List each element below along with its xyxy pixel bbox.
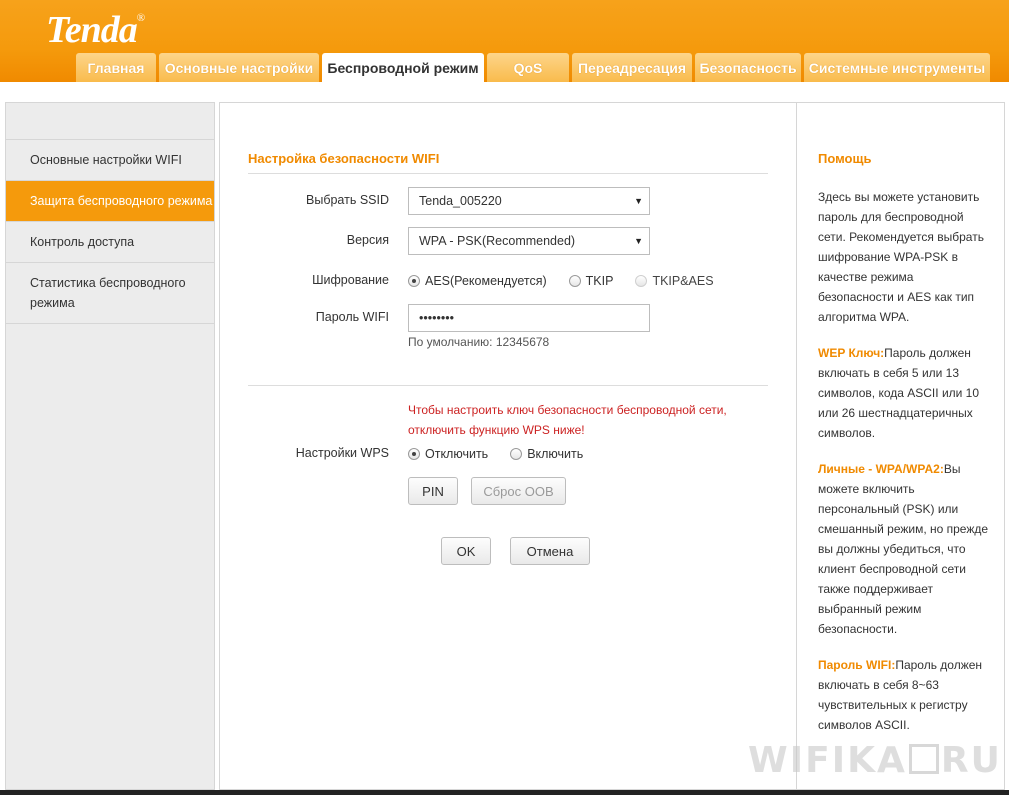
wps-reset-oob-button[interactable]: Сброс OOB bbox=[471, 477, 566, 505]
encryption-tkip-aes-label: TKIP&AES bbox=[652, 274, 714, 288]
radio-icon[interactable] bbox=[568, 275, 581, 287]
tab-wireless[interactable]: Беспроводной режим bbox=[322, 53, 484, 83]
encryption-tkip-aes-option[interactable]: TKIP&AES bbox=[635, 274, 714, 288]
help-title: Помощь bbox=[818, 151, 872, 166]
password-default-hint: По умолчанию: 12345678 bbox=[408, 335, 550, 349]
tab-forwarding[interactable]: Переадресация bbox=[572, 53, 692, 82]
header: Tenda® Главная Основные настройки Беспро… bbox=[0, 0, 1009, 83]
tab-home[interactable]: Главная bbox=[76, 53, 156, 82]
tab-basic-settings[interactable]: Основные настройки bbox=[159, 53, 319, 82]
radio-checked-icon[interactable] bbox=[408, 448, 420, 460]
radio-icon[interactable] bbox=[510, 448, 523, 460]
logo-registered-mark: ® bbox=[136, 12, 145, 24]
qr-code-icon bbox=[908, 744, 939, 774]
dropdown-arrow-icon: ▼ bbox=[634, 236, 643, 246]
encryption-aes-option[interactable]: AES(Рекомендуется) bbox=[408, 274, 547, 288]
wps-enable-label: Включить bbox=[527, 447, 584, 461]
divider bbox=[248, 385, 768, 386]
tab-system-tools[interactable]: Системные инструменты bbox=[804, 53, 990, 82]
ssid-select[interactable]: Tenda_005220 ▼ bbox=[408, 187, 650, 215]
help-personal-text: Вы можете включить персональный (PSK) ил… bbox=[818, 462, 989, 636]
watermark-right: RU bbox=[940, 740, 1002, 781]
sidebar: Основные настройки WIFI Защита беспровод… bbox=[5, 102, 215, 790]
tab-security[interactable]: Безопасность bbox=[695, 53, 801, 82]
encryption-tkip-option[interactable]: TKIP bbox=[568, 274, 614, 288]
sidebar-header bbox=[6, 103, 214, 140]
tenda-logo[interactable]: Tenda® bbox=[46, 8, 145, 52]
encryption-aes-label: AES(Рекомендуется) bbox=[425, 274, 547, 288]
wps-disable-option[interactable]: Отключить bbox=[408, 447, 488, 461]
version-select[interactable]: WPA - PSK(Recommended) ▼ bbox=[408, 227, 650, 255]
divider bbox=[248, 173, 768, 174]
bottom-bar bbox=[0, 790, 1009, 795]
help-panel: Помощь Здесь вы можете установить пароль… bbox=[796, 102, 1005, 790]
sidebar-item-wifi-basic[interactable]: Основные настройки WIFI bbox=[6, 140, 214, 181]
watermark-left: WIFIKA bbox=[748, 740, 907, 781]
watermark: WIFIKA RU bbox=[748, 740, 1002, 781]
wps-disable-label: Отключить bbox=[425, 447, 489, 461]
password-label: Пароль WIFI bbox=[315, 310, 389, 324]
ssid-select-value: Tenda_005220 bbox=[419, 194, 502, 208]
radio-disabled-icon[interactable] bbox=[635, 275, 648, 287]
main-panel: Настройка безопасности WIFI Выбрать SSID… bbox=[219, 102, 797, 790]
page-title: Настройка безопасности WIFI bbox=[248, 151, 440, 166]
help-intro: Здесь вы можете установить пароль для бе… bbox=[818, 190, 984, 324]
logo-text: Tenda bbox=[46, 9, 138, 51]
wps-label: Настройки WPS bbox=[295, 446, 389, 460]
sidebar-item-wireless-statistics[interactable]: Статистика беспроводного режима bbox=[6, 263, 214, 324]
help-body: Здесь вы можете установить пароль для бе… bbox=[818, 187, 990, 751]
ssid-label: Выбрать SSID bbox=[306, 193, 389, 207]
wps-warning-text: Чтобы настроить ключ безопасности беспро… bbox=[408, 403, 727, 437]
help-personal: Личные - WPA/WPA2:Вы можете включить пер… bbox=[818, 459, 990, 639]
encryption-radio-group: AES(Рекомендуется) TKIP TKIP&AES bbox=[408, 274, 736, 288]
help-wep-text: Пароль должен включать в себя 5 или 13 с… bbox=[818, 346, 980, 440]
ok-button[interactable]: OK bbox=[441, 537, 491, 565]
top-nav-tabs: Главная Основные настройки Беспроводной … bbox=[76, 53, 990, 83]
dropdown-arrow-icon: ▼ bbox=[634, 196, 643, 206]
radio-checked-icon[interactable] bbox=[408, 275, 420, 287]
sidebar-item-access-control[interactable]: Контроль доступа bbox=[6, 222, 214, 263]
help-wep: WEP Ключ:Пароль должен включать в себя 5… bbox=[818, 343, 990, 443]
help-wep-title: WEP Ключ: bbox=[818, 346, 885, 360]
wps-enable-option[interactable]: Включить bbox=[510, 447, 583, 461]
password-input[interactable]: •••••••• bbox=[408, 304, 650, 332]
encryption-label: Шифрование bbox=[312, 273, 389, 287]
help-personal-title: Личные - WPA/WPA2: bbox=[818, 462, 944, 476]
sidebar-item-wireless-security[interactable]: Защита беспроводного режима bbox=[6, 181, 214, 222]
wps-pin-button[interactable]: PIN bbox=[408, 477, 458, 505]
cancel-button[interactable]: Отмена bbox=[510, 537, 590, 565]
tab-qos[interactable]: QoS bbox=[487, 53, 569, 82]
help-password: Пароль WIFI:Пароль должен включать в себ… bbox=[818, 655, 990, 735]
version-select-value: WPA - PSK(Recommended) bbox=[419, 234, 576, 248]
help-password-title: Пароль WIFI: bbox=[818, 658, 896, 672]
wps-radio-group: Отключить Включить bbox=[408, 447, 605, 461]
encryption-tkip-label: TKIP bbox=[585, 274, 614, 288]
version-label: Версия bbox=[346, 233, 389, 247]
